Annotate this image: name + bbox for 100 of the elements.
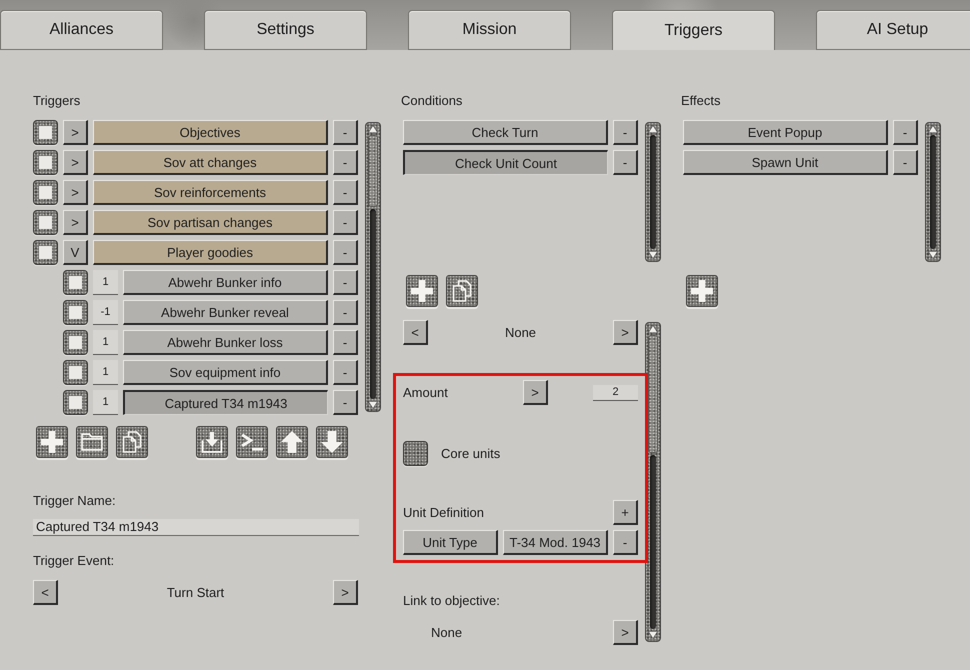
import-button[interactable] <box>196 426 228 458</box>
checkbox[interactable] <box>33 180 58 205</box>
field-label: Unit Definition <box>403 505 485 520</box>
move-up-button[interactable] <box>276 426 308 458</box>
condition-item[interactable]: Check Turn <box>403 120 608 145</box>
remove-button[interactable]: - <box>893 150 918 175</box>
add-button[interactable] <box>36 426 68 458</box>
trigger-item[interactable]: Captured T34 m1943 <box>123 390 328 415</box>
expand-button[interactable]: V <box>63 240 88 265</box>
expand-button[interactable]: > <box>63 210 88 235</box>
down-arrow-icon[interactable] <box>648 631 658 639</box>
tab[interactable]: Settings <box>204 10 367 50</box>
scrollbar[interactable] <box>925 122 941 262</box>
text-field[interactable]: Captured T34 m1943 <box>33 519 359 536</box>
trigger-item[interactable]: Sov att changes <box>93 150 328 175</box>
remove-button[interactable]: - <box>333 330 358 355</box>
add-button[interactable] <box>686 275 718 307</box>
tab[interactable]: Alliances <box>0 10 163 50</box>
order-field[interactable]: -1 <box>93 300 118 325</box>
checkbox[interactable] <box>63 390 88 415</box>
checkbox[interactable] <box>33 210 58 235</box>
copy-icon <box>451 280 473 302</box>
trigger-item[interactable]: Abwehr Bunker loss <box>123 330 328 355</box>
down-arrow-icon[interactable] <box>368 401 378 409</box>
move-down-button[interactable] <box>316 426 348 458</box>
remove-button[interactable]: - <box>333 360 358 385</box>
checkbox[interactable] <box>33 150 58 175</box>
trigger-item[interactable]: Sov equipment info <box>123 360 328 385</box>
remove-button[interactable]: - <box>613 150 638 175</box>
next-button[interactable]: > <box>333 580 358 605</box>
condition-item[interactable]: Check Unit Count <box>403 150 608 175</box>
down-arrow-icon[interactable] <box>928 251 938 259</box>
checkbox[interactable] <box>33 240 58 265</box>
next-button[interactable]: > <box>613 320 638 345</box>
expand-button[interactable]: > <box>63 120 88 145</box>
copy-button[interactable] <box>116 426 148 458</box>
up-arrow-icon[interactable] <box>648 325 658 333</box>
trigger-item[interactable]: Sov reinforcements <box>93 180 328 205</box>
expand-button[interactable]: > <box>63 150 88 175</box>
unit-value-button[interactable]: T-34 Mod. 1943 <box>503 530 608 555</box>
remove-button[interactable]: - <box>333 300 358 325</box>
checkbox[interactable] <box>63 300 88 325</box>
checkbox[interactable] <box>403 441 428 466</box>
up-arrow-icon[interactable] <box>368 125 378 133</box>
remove-button[interactable]: - <box>333 210 358 235</box>
checkbox[interactable] <box>33 120 58 145</box>
trigger-item[interactable]: Abwehr Bunker info <box>123 270 328 295</box>
order-field[interactable]: 1 <box>93 330 118 355</box>
next-button[interactable]: > <box>523 380 548 405</box>
add-button[interactable]: + <box>613 500 638 525</box>
scrollbar-thumb[interactable] <box>368 135 378 207</box>
scrollbar[interactable] <box>365 122 381 412</box>
previous-button[interactable]: < <box>33 580 58 605</box>
effect-item[interactable]: Spawn Unit <box>683 150 888 175</box>
unit-type-button[interactable]: Unit Type <box>403 530 498 555</box>
previous-button[interactable]: < <box>403 320 428 345</box>
remove-button[interactable]: - <box>613 530 638 555</box>
field-label: Trigger Event: <box>33 553 114 569</box>
remove-button[interactable]: - <box>333 180 358 205</box>
event-value: Turn Start <box>166 585 226 600</box>
number-field[interactable]: 2 <box>593 384 638 400</box>
trigger-item[interactable]: Abwehr Bunker reveal <box>123 300 328 325</box>
remove-button[interactable]: - <box>613 120 638 145</box>
remove-button[interactable]: - <box>333 390 358 415</box>
down-arrow-icon[interactable] <box>648 251 658 259</box>
plus-icon <box>41 431 63 453</box>
tab[interactable]: Mission <box>408 10 571 50</box>
copy-icon <box>121 431 143 453</box>
trigger-item[interactable]: Objectives <box>93 120 328 145</box>
effect-item[interactable]: Event Popup <box>683 120 888 145</box>
order-field[interactable]: 1 <box>93 360 118 385</box>
field-label: Trigger Name: <box>33 493 116 509</box>
plus-icon <box>691 280 713 302</box>
folder-button[interactable] <box>76 426 108 458</box>
order-field[interactable]: 1 <box>93 390 118 415</box>
next-button[interactable]: > <box>613 620 638 645</box>
tab[interactable]: AI Setup <box>816 10 970 50</box>
add-button[interactable] <box>406 275 438 307</box>
trigger-item[interactable]: Sov partisan changes <box>93 210 328 235</box>
order-field[interactable]: 1 <box>93 270 118 295</box>
up-arrow-icon[interactable] <box>648 125 658 133</box>
copy-button[interactable] <box>446 275 478 307</box>
scrollbar[interactable] <box>645 122 661 262</box>
tab[interactable]: Triggers <box>612 10 775 50</box>
checkbox[interactable] <box>63 330 88 355</box>
terminal-icon <box>241 431 263 453</box>
section-heading: Effects <box>681 93 721 109</box>
checkbox[interactable] <box>63 360 88 385</box>
remove-button[interactable]: - <box>333 150 358 175</box>
up-arrow-icon[interactable] <box>928 125 938 133</box>
expand-button[interactable]: > <box>63 180 88 205</box>
trigger-item[interactable]: Player goodies <box>93 240 328 265</box>
console-button[interactable] <box>236 426 268 458</box>
remove-button[interactable]: - <box>333 240 358 265</box>
checkbox[interactable] <box>63 270 88 295</box>
selector-value: None <box>504 325 538 340</box>
remove-button[interactable]: - <box>333 120 358 145</box>
remove-button[interactable]: - <box>893 120 918 145</box>
scrollbar-thumb[interactable] <box>648 335 658 453</box>
remove-button[interactable]: - <box>333 270 358 295</box>
